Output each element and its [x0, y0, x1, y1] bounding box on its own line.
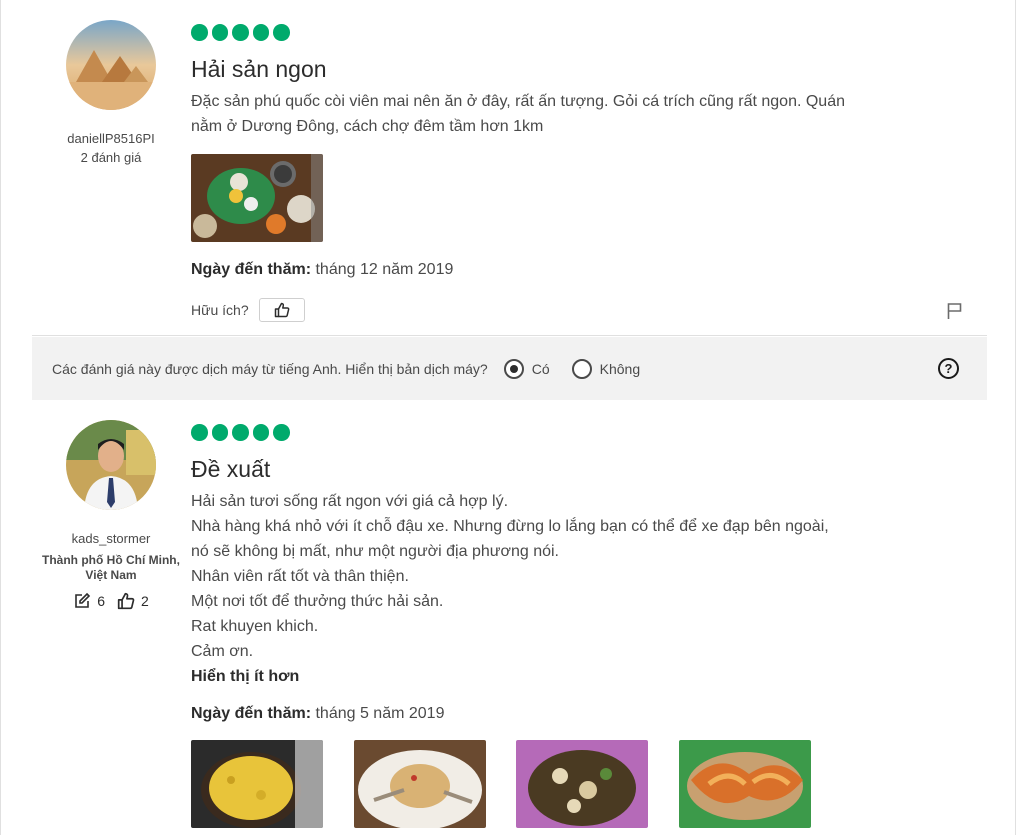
visit-date-label: Ngày đến thăm:	[191, 705, 312, 722]
rating-bubble	[232, 24, 249, 41]
review-photo[interactable]	[191, 740, 323, 828]
visit-date-row: Ngày đến thăm: tháng 12 năm 2019	[191, 261, 453, 279]
rating-bubble	[273, 24, 290, 41]
rating-bubbles	[191, 24, 951, 42]
review-card: daniellP8516PI 2 đánh giá Hải sản ngon Đ…	[32, 0, 987, 336]
review-body-line: nằm ở Dương Đông, cách chợ đêm tầm hơn 1…	[191, 118, 544, 135]
contribution-stats: 6 2	[32, 592, 190, 610]
help-icon[interactable]: ?	[938, 358, 959, 379]
rating-bubble	[211, 424, 228, 441]
reviewer-location: Thành phố Hồ Chí Minh, Việt Nam	[42, 553, 180, 582]
review-card: kads_stormer Thành phố Hồ Chí Minh, Việt…	[32, 400, 987, 835]
helpful-votes-count: 2	[141, 593, 149, 609]
translate-no-label: Không	[599, 360, 641, 377]
helpful-label: Hữu ích?	[191, 302, 249, 318]
review-body-line: Đặc sản phú quốc còi viên mai nên ăn ở đ…	[191, 93, 845, 110]
review-photo[interactable]	[354, 740, 486, 828]
helpful-row: Hữu ích?	[191, 298, 305, 322]
review-count: 2 đánh giá	[80, 150, 142, 165]
rating-bubble	[232, 424, 249, 441]
review-body-line: Cảm ơn.	[191, 643, 254, 660]
review-body-line: Rat khuyen khich.	[191, 618, 319, 635]
review-body-line: nó sẽ không bị mất, như một người địa ph…	[191, 543, 559, 560]
visit-date-value: tháng 12 năm 2019	[315, 261, 454, 278]
review-photo[interactable]	[191, 154, 323, 242]
review-body: Hải sản tươi sống rất ngon với giá cả hợ…	[191, 489, 911, 689]
review-photo[interactable]	[516, 740, 648, 828]
translate-yes-label: Có	[531, 360, 550, 377]
avatar[interactable]	[66, 20, 156, 110]
visit-date-row: Ngày đến thăm: tháng 5 năm 2019	[191, 705, 444, 723]
review-body: Đặc sản phú quốc còi viên mai nên ăn ở đ…	[191, 89, 911, 139]
thumbs-up-icon	[274, 302, 290, 318]
review-title[interactable]: Hải sản ngon	[191, 55, 951, 83]
translate-yes-option[interactable]: Có	[503, 358, 550, 379]
reviewer-profile: kads_stormer Thành phố Hồ Chí Minh, Việt…	[32, 420, 190, 610]
avatar[interactable]	[66, 420, 156, 510]
machine-translation-bar: Các đánh giá này được dịch máy từ tiếng …	[32, 337, 987, 400]
translate-no-option[interactable]: Không	[571, 358, 641, 379]
radio-yes[interactable]	[503, 358, 524, 379]
rating-bubble	[191, 424, 208, 441]
rating-bubbles	[191, 424, 951, 442]
review-body-line: Hải sản tươi sống rất ngon với giá cả hợ…	[191, 493, 509, 510]
radio-no[interactable]	[571, 358, 592, 379]
rating-bubble	[273, 424, 290, 441]
review-body-line: Nhà hàng khá nhỏ với ít chỗ đậu xe. Nhưn…	[191, 518, 829, 535]
review-body-line: Một nơi tốt để thưởng thức hải sản.	[191, 593, 444, 610]
flag-icon[interactable]	[946, 302, 964, 320]
show-less-link[interactable]: Hiển thị ít hơn	[191, 664, 911, 689]
reviewer-profile: daniellP8516PI 2 đánh giá	[32, 20, 190, 165]
contributions-count: 6	[97, 593, 105, 609]
edit-icon	[75, 592, 91, 608]
rating-bubble	[252, 424, 269, 441]
visit-date-value: tháng 5 năm 2019	[315, 705, 445, 722]
username[interactable]: daniellP8516PI	[32, 131, 190, 146]
translation-question: Các đánh giá này được dịch máy từ tiếng …	[52, 360, 488, 377]
review-photo[interactable]	[679, 740, 811, 828]
rating-bubble	[211, 24, 228, 41]
review-content: Đề xuất Hải sản tươi sống rất ngon với g…	[191, 424, 951, 689]
helpful-button[interactable]	[258, 298, 305, 322]
rating-bubble	[191, 24, 208, 41]
review-body-line: Nhân viên rất tốt và thân thiện.	[191, 568, 409, 585]
username[interactable]: kads_stormer	[32, 531, 190, 546]
review-content: Hải sản ngon Đặc sản phú quốc còi viên m…	[191, 24, 951, 139]
review-title[interactable]: Đề xuất	[191, 455, 951, 483]
thumbs-up-icon	[117, 592, 135, 610]
visit-date-label: Ngày đến thăm:	[191, 261, 312, 278]
rating-bubble	[252, 24, 269, 41]
